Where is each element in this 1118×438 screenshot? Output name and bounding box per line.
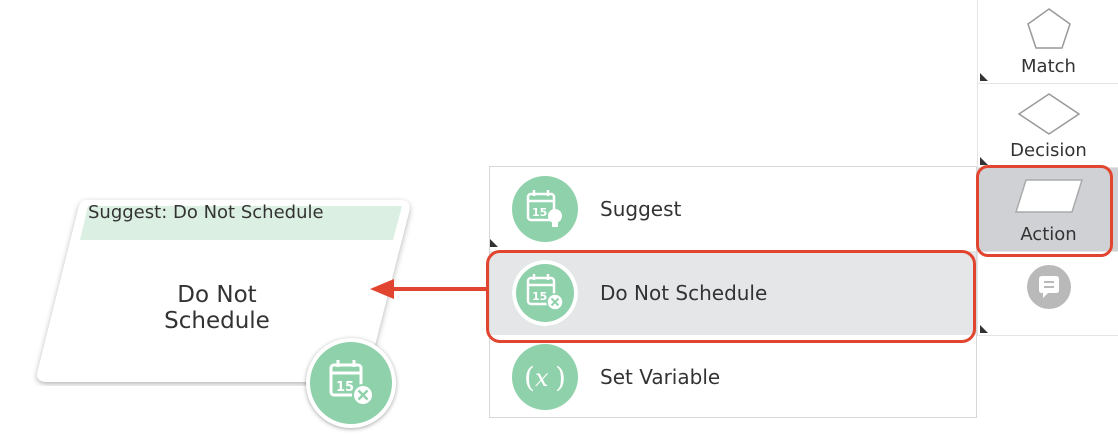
palette-label: Match (1021, 56, 1076, 77)
palette-item-comment[interactable] (978, 252, 1118, 336)
menu-item-label: Set Variable (600, 365, 721, 389)
menu-item-suggest[interactable]: 15 Suggest (490, 167, 976, 251)
svg-text:): ) (555, 361, 566, 394)
svg-text:(: ( (524, 361, 535, 394)
variable-x-icon: ( x ) (512, 344, 578, 410)
calendar-lightbulb-icon: 15 (512, 176, 578, 242)
node-title: Suggest: Do Not Schedule (88, 202, 324, 223)
corner-marker (980, 157, 988, 165)
flow-canvas[interactable]: Suggest: Do Not Schedule Do Not Schedule… (0, 0, 1118, 438)
svg-text:x: x (535, 364, 549, 392)
calendar-x-icon: 15 (306, 338, 396, 428)
svg-text:15: 15 (532, 206, 547, 219)
menu-item-label: Suggest (600, 197, 682, 221)
corner-marker (490, 239, 498, 247)
diamond-icon (1017, 93, 1080, 135)
corner-marker (980, 325, 988, 333)
palette-item-decision[interactable]: Decision (978, 84, 1118, 168)
svg-text:15: 15 (336, 380, 354, 395)
corner-marker (980, 73, 988, 81)
highlight-box (976, 165, 1113, 257)
node-text: Do Not Schedule (164, 282, 270, 334)
palette-item-match[interactable]: Match (978, 0, 1118, 84)
comment-icon (1026, 265, 1071, 309)
highlight-box (486, 250, 976, 343)
pentagon-icon (1026, 8, 1071, 49)
menu-item-set-variable[interactable]: ( x ) Set Variable (490, 335, 976, 419)
palette-label: Decision (1010, 140, 1087, 161)
